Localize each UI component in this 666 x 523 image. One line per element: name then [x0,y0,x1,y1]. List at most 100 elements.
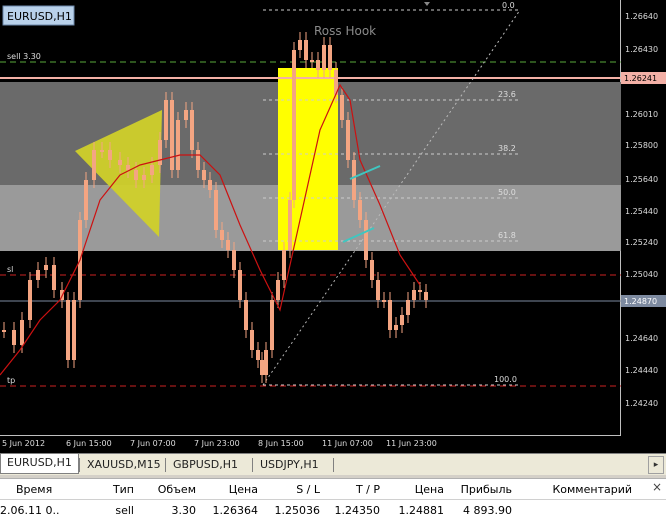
candle-body [382,300,386,302]
candle-body [264,350,268,375]
cell-time: 2.06.11 0... [0,504,60,517]
candle-body [358,200,362,220]
candle-body [100,150,104,152]
candle-body [92,150,96,180]
time-label-1: 5 Jun 2012 [2,439,45,448]
candle-body [322,45,326,70]
candle-body [352,160,356,200]
candle-body [364,220,368,260]
header-comment[interactable]: Комментарий [512,479,632,501]
cell-take-profit: 1.24350 [334,504,381,517]
cell-profit: 4 893.90 [463,504,512,517]
sell-label: sell 3.30 [7,52,41,61]
candle-body [118,160,122,165]
candle-body [298,40,302,50]
tab-xauusd-m15[interactable]: XAUUSD,M15 [81,456,167,474]
candle-body [108,150,112,160]
candle-body [208,180,212,190]
fib-label-0: 0.0 [502,1,515,10]
candle-body [134,170,138,180]
candle-body [220,230,224,240]
tab-divider [165,458,166,472]
tab-scroll-right-icon[interactable]: ▸ [648,456,664,474]
candle-body [44,265,48,270]
candle-body [424,292,428,300]
time-labels: 5 Jun 2012 6 Jun 15:00 7 Jun 07:00 7 Jun… [2,439,437,448]
candle-body [2,330,6,332]
header-profit[interactable]: Прибыль [444,479,512,501]
candle-body [376,280,380,300]
candle-body [270,300,274,350]
fib-label-23-6: 23.6 [498,90,516,99]
tab-usdjpy-h1[interactable]: USDJPY,H1 [254,456,325,474]
candle-body [12,330,16,345]
candle-body [288,200,292,250]
candle-body [52,265,56,290]
tab-eurusd-h1[interactable]: EURUSD,H1 [0,454,79,474]
candle-body [214,190,218,230]
price-tick-5: 1.25640 [625,175,658,184]
fib-label-61-8: 61.8 [498,231,516,240]
candle-body [388,300,392,330]
candle-body [406,300,410,315]
header-open-price[interactable]: Цена [196,479,258,501]
candle-body [346,120,350,160]
candle-body [256,350,260,360]
candle-body [142,175,146,180]
candle-body [36,270,40,280]
time-label-7: 11 Jun 23:00 [386,439,437,448]
price-tick-9: 1.24640 [625,334,658,343]
header-time[interactable]: Время [16,479,76,501]
tab-divider [333,458,334,472]
header-take-profit[interactable]: T / P [320,479,380,501]
candle-body [400,315,404,325]
chart-tab-bar: EURUSD,H1 XAUUSD,M15 GBPUSD,H1 USDJPY,H1… [0,453,666,475]
tp-label: tp [7,376,15,385]
time-label-4: 7 Jun 23:00 [194,439,240,448]
candle-body [164,100,168,140]
candle-body [72,300,76,360]
candle-body [176,120,180,170]
candle-body [190,110,194,150]
price-tick-8: 1.25040 [625,270,658,279]
price-tick-10: 1.24440 [625,366,658,375]
current-price-marker: 1.24870 [624,297,657,306]
candle-body [66,300,70,360]
ross-hook-label: Ross Hook [314,24,376,38]
price-tick-3: 1.26010 [625,110,658,119]
candle-body [328,45,332,70]
cell-type: sell [115,504,134,517]
tab-gbpusd-h1[interactable]: GBPUSD,H1 [167,456,244,474]
header-type[interactable]: Тип [86,479,134,501]
candle-body [316,60,320,70]
tab-divider [252,458,253,472]
cell-stop-loss: 1.25036 [274,504,321,517]
candle-body [126,165,130,170]
candle-body [304,40,308,60]
close-icon[interactable]: × [652,480,662,494]
trade-row[interactable]: 2.06.11 0... sell 3.30 1.26364 1.25036 1… [0,500,666,523]
cell-volume: 3.30 [171,504,197,517]
time-label-3: 7 Jun 07:00 [130,439,176,448]
header-volume[interactable]: Объем [134,479,196,501]
fib-label-100: 100.0 [494,375,517,384]
tab-divider [79,458,80,472]
candle-body [412,290,416,300]
time-label-6: 11 Jun 07:00 [322,439,373,448]
candle-body [244,300,248,330]
time-label-5: 8 Jun 15:00 [258,439,304,448]
price-chart[interactable]: 0.0 23.6 38.2 50.0 61.8 100.0 EURUSD,H1 … [0,0,666,453]
price-tick-11: 1.24240 [625,399,658,408]
cell-current-price: 1.24881 [398,504,445,517]
header-stop-loss[interactable]: S / L [258,479,320,501]
candle-body [28,280,32,320]
candle-body [250,330,254,350]
price-tick-7: 1.25240 [625,238,658,247]
candle-body [20,320,24,345]
price-tick-4: 1.25800 [625,141,658,150]
candle-body [238,270,242,300]
candle-body [418,290,422,292]
sl-label: sl [7,265,13,274]
header-current-price[interactable]: Цена [380,479,444,501]
candle-body [84,180,88,220]
